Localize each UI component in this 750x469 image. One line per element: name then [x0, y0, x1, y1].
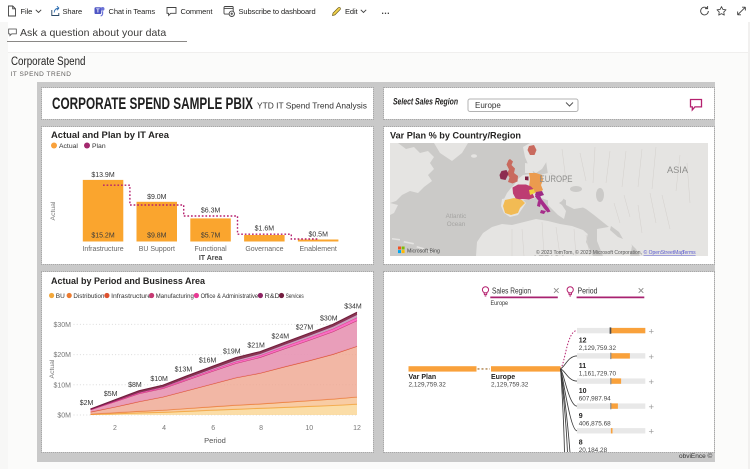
- svg-text:406,875.68: 406,875.68: [579, 421, 611, 428]
- svg-text:$34M: $34M: [344, 303, 362, 310]
- svg-text:607,987.94: 607,987.94: [579, 396, 611, 403]
- svg-text:Services: Services: [286, 293, 305, 300]
- svg-text:$13.9M: $13.9M: [91, 172, 115, 179]
- svg-text:1,161,729.70: 1,161,729.70: [579, 370, 617, 377]
- svg-text:10: 10: [305, 425, 313, 432]
- svg-text:Period: Period: [204, 436, 226, 445]
- svg-text:Actual and Plan by IT Area: Actual and Plan by IT Area: [51, 130, 170, 140]
- svg-text:Manufacturing: Manufacturing: [156, 293, 194, 300]
- svg-text:$2M: $2M: [80, 400, 94, 407]
- svg-text:10: 10: [579, 388, 587, 395]
- svg-text:$30M: $30M: [320, 315, 338, 322]
- svg-text:YTD IT Spend Trend Analysis: YTD IT Spend Trend Analysis: [257, 101, 367, 111]
- svg-text:$5.7M: $5.7M: [201, 233, 221, 240]
- svg-text:+: +: [649, 326, 655, 337]
- svg-text:$30M: $30M: [53, 322, 71, 329]
- svg-text:Europe: Europe: [475, 101, 501, 110]
- svg-text:$15.2M: $15.2M: [91, 233, 115, 240]
- svg-text:$9.8M: $9.8M: [147, 233, 167, 240]
- svg-text:$21M: $21M: [247, 343, 265, 350]
- svg-text:Europe: Europe: [491, 300, 509, 307]
- svg-text:ASIA: ASIA: [667, 165, 689, 176]
- svg-text:$5M: $5M: [104, 391, 118, 398]
- svg-text:Actual: Actual: [49, 359, 56, 378]
- svg-text:$13M: $13M: [175, 367, 193, 374]
- svg-text:Actual: Actual: [59, 143, 78, 150]
- svg-text:BU: BU: [56, 293, 65, 300]
- svg-text:Actual by Period and Business: Actual by Period and Business Area: [51, 276, 206, 286]
- svg-text:Var Plan: Var Plan: [409, 374, 437, 381]
- svg-text:$16M: $16M: [199, 358, 217, 365]
- svg-text:$8M: $8M: [128, 382, 142, 389]
- svg-text:Europe: Europe: [491, 374, 515, 381]
- svg-text:Governance: Governance: [245, 246, 283, 253]
- svg-text:Infrastructure: Infrastructure: [82, 246, 123, 253]
- svg-text:+: +: [649, 402, 655, 413]
- svg-text:12: 12: [579, 338, 587, 345]
- svg-text:$10M: $10M: [150, 376, 168, 383]
- svg-text:6: 6: [211, 425, 215, 432]
- svg-text:BU Support: BU Support: [139, 246, 175, 253]
- svg-text:Plan: Plan: [92, 143, 106, 150]
- svg-text:$6.3M: $6.3M: [201, 208, 221, 215]
- svg-text:12: 12: [353, 425, 361, 432]
- svg-text:8: 8: [579, 440, 583, 447]
- svg-text:T: T: [96, 9, 100, 15]
- svg-text:20,184.28: 20,184.28: [579, 447, 608, 452]
- svg-text:$0M: $0M: [57, 413, 71, 420]
- svg-text:2,129,759.32: 2,129,759.32: [409, 381, 447, 388]
- svg-text:Terms: Terms: [682, 250, 696, 256]
- svg-text:+: +: [649, 377, 655, 388]
- svg-text:Functional: Functional: [194, 246, 227, 253]
- svg-text:$9.0M: $9.0M: [147, 194, 167, 201]
- svg-text:EUROPE: EUROPE: [540, 174, 573, 184]
- svg-text:Actual: Actual: [50, 201, 57, 220]
- svg-text:Microsoft Bing: Microsoft Bing: [407, 249, 440, 255]
- svg-text:Select Sales Region: Select Sales Region: [393, 97, 458, 107]
- svg-text:Sales Region: Sales Region: [492, 287, 531, 296]
- svg-text:Ocean: Ocean: [447, 221, 466, 228]
- svg-text:R&D: R&D: [265, 293, 280, 300]
- svg-text:9: 9: [579, 413, 583, 420]
- svg-text:$19M: $19M: [223, 349, 241, 356]
- svg-text:Infrastructure: Infrastructure: [111, 293, 151, 300]
- svg-text:© OpenStreetMap: © OpenStreetMap: [644, 249, 685, 256]
- svg-text:4: 4: [162, 425, 166, 432]
- svg-text:2,129,759.32: 2,129,759.32: [579, 345, 617, 352]
- svg-text:Period: Period: [578, 287, 598, 296]
- svg-text:Var Plan % by Country/Region: Var Plan % by Country/Region: [390, 131, 521, 141]
- svg-text:Office & Administrative: Office & Administrative: [201, 293, 259, 300]
- svg-text:$27M: $27M: [296, 325, 314, 332]
- svg-text:$1.6M: $1.6M: [255, 226, 275, 233]
- svg-text:$24M: $24M: [272, 334, 290, 341]
- svg-text:+: +: [649, 352, 655, 363]
- svg-text:Atlantic: Atlantic: [446, 213, 467, 220]
- svg-text:IT Area: IT Area: [199, 255, 223, 262]
- svg-text:$10M: $10M: [53, 382, 71, 389]
- svg-text:Enablement: Enablement: [300, 246, 337, 253]
- svg-text:$0.5M: $0.5M: [308, 232, 328, 239]
- svg-text:$20M: $20M: [53, 352, 71, 359]
- svg-text:8: 8: [259, 425, 263, 432]
- svg-text:11: 11: [579, 363, 587, 370]
- svg-text:+: +: [649, 427, 655, 438]
- svg-text:2,129,759.32: 2,129,759.32: [491, 381, 529, 388]
- svg-text:2: 2: [113, 425, 117, 432]
- svg-text:CORPORATE SPEND SAMPLE PBIX: CORPORATE SPEND SAMPLE PBIX: [52, 95, 253, 113]
- svg-text:Distribution: Distribution: [73, 293, 104, 300]
- svg-text:© 2023 TomTom, © 2023 Microsof: © 2023 TomTom, © 2023 Microsoft Corporat…: [536, 249, 642, 256]
